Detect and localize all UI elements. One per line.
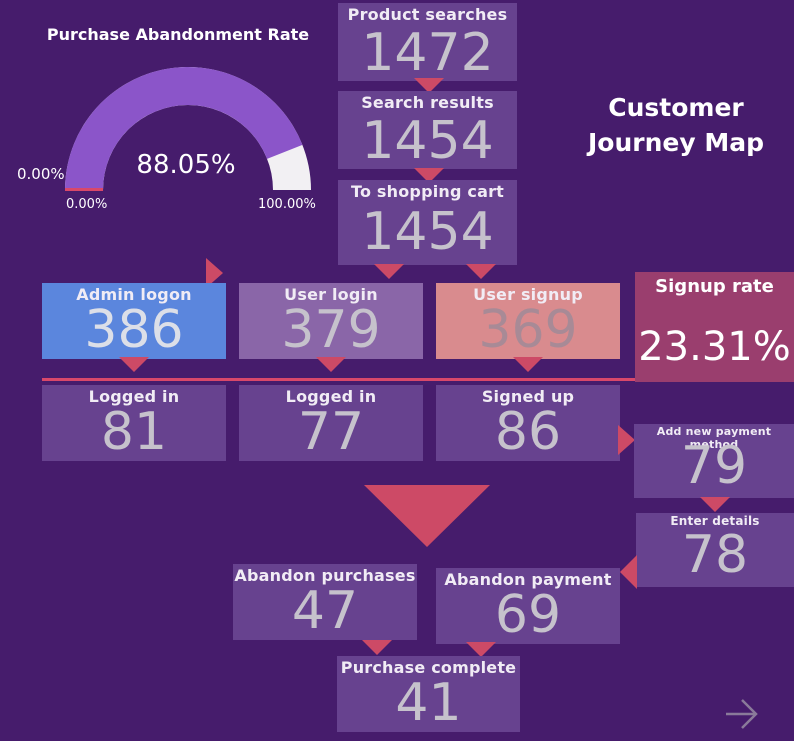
gauge-target-mark	[65, 188, 103, 191]
flow-arrow-icon	[316, 357, 346, 372]
card-value: 86	[494, 402, 562, 462]
flow-arrow-icon	[466, 264, 496, 279]
card-value: 78	[681, 525, 749, 585]
card-value: 41	[395, 673, 462, 733]
gauge-max-label: 100.00%	[258, 197, 316, 212]
card-purchase-complete[interactable]: Purchase complete 41	[337, 656, 520, 732]
flow-arrow-icon	[119, 357, 149, 372]
card-value: 1472	[361, 23, 494, 83]
card-signed-up[interactable]: Signed up 86	[436, 385, 620, 461]
card-admin-logged-in[interactable]: Logged in 81	[42, 385, 226, 461]
card-value: 77	[297, 402, 365, 462]
card-value: 379	[281, 300, 381, 360]
card-user-login[interactable]: User login 379	[239, 283, 423, 359]
card-label: Search results	[361, 93, 494, 112]
card-user-signup[interactable]: User signup 369	[436, 283, 620, 359]
card-value: 369	[478, 300, 578, 360]
funnel-arrow-icon	[364, 485, 490, 547]
card-label: Signup rate	[655, 276, 774, 297]
card-admin-logon[interactable]: Admin logon 386	[42, 283, 226, 359]
card-enter-details[interactable]: Enter details 78	[636, 513, 794, 587]
card-to-shopping-cart[interactable]: To shopping cart 1454	[338, 180, 517, 265]
card-value: 69	[494, 585, 562, 645]
card-search-results[interactable]: Search results 1454	[338, 91, 517, 169]
arrow-right-icon[interactable]	[722, 696, 762, 732]
card-value: 1454	[361, 111, 494, 171]
flow-arrow-icon	[362, 640, 392, 655]
card-label: To shopping cart	[350, 182, 505, 201]
card-value: 79	[680, 436, 748, 496]
gauge-value: 88.05%	[136, 150, 236, 180]
flow-arrow-icon	[618, 425, 635, 455]
card-value: 386	[84, 300, 184, 360]
gauge-target-label: 0.00%	[17, 165, 65, 183]
flow-arrow-icon	[513, 357, 543, 372]
card-value: 1454	[361, 202, 494, 262]
card-user-logged-in[interactable]: Logged in 77	[239, 385, 423, 461]
card-value: 23.31%	[638, 324, 791, 370]
card-value: 81	[100, 402, 168, 462]
card-value: 47	[291, 581, 359, 641]
flow-arrow-icon	[374, 264, 404, 279]
divider-line	[42, 378, 635, 381]
flow-arrow-icon	[620, 555, 637, 589]
card-add-payment-method[interactable]: Add new payment method 79	[634, 424, 794, 498]
gauge-title: Purchase Abandonment Rate	[46, 25, 310, 44]
card-signup-rate[interactable]: Signup rate 23.31%	[635, 272, 794, 382]
page-title: Customer Journey Map	[587, 93, 764, 157]
card-abandon-payment[interactable]: Abandon payment 69	[436, 568, 620, 644]
card-abandon-purchases[interactable]: Abandon purchases 47	[233, 564, 417, 640]
gauge-min-label: 0.00%	[66, 197, 108, 212]
card-product-searches[interactable]: Product searches 1472	[338, 3, 517, 81]
flow-arrow-icon	[700, 497, 730, 512]
card-label: Product searches	[347, 5, 508, 24]
flow-arrow-icon	[466, 642, 496, 657]
